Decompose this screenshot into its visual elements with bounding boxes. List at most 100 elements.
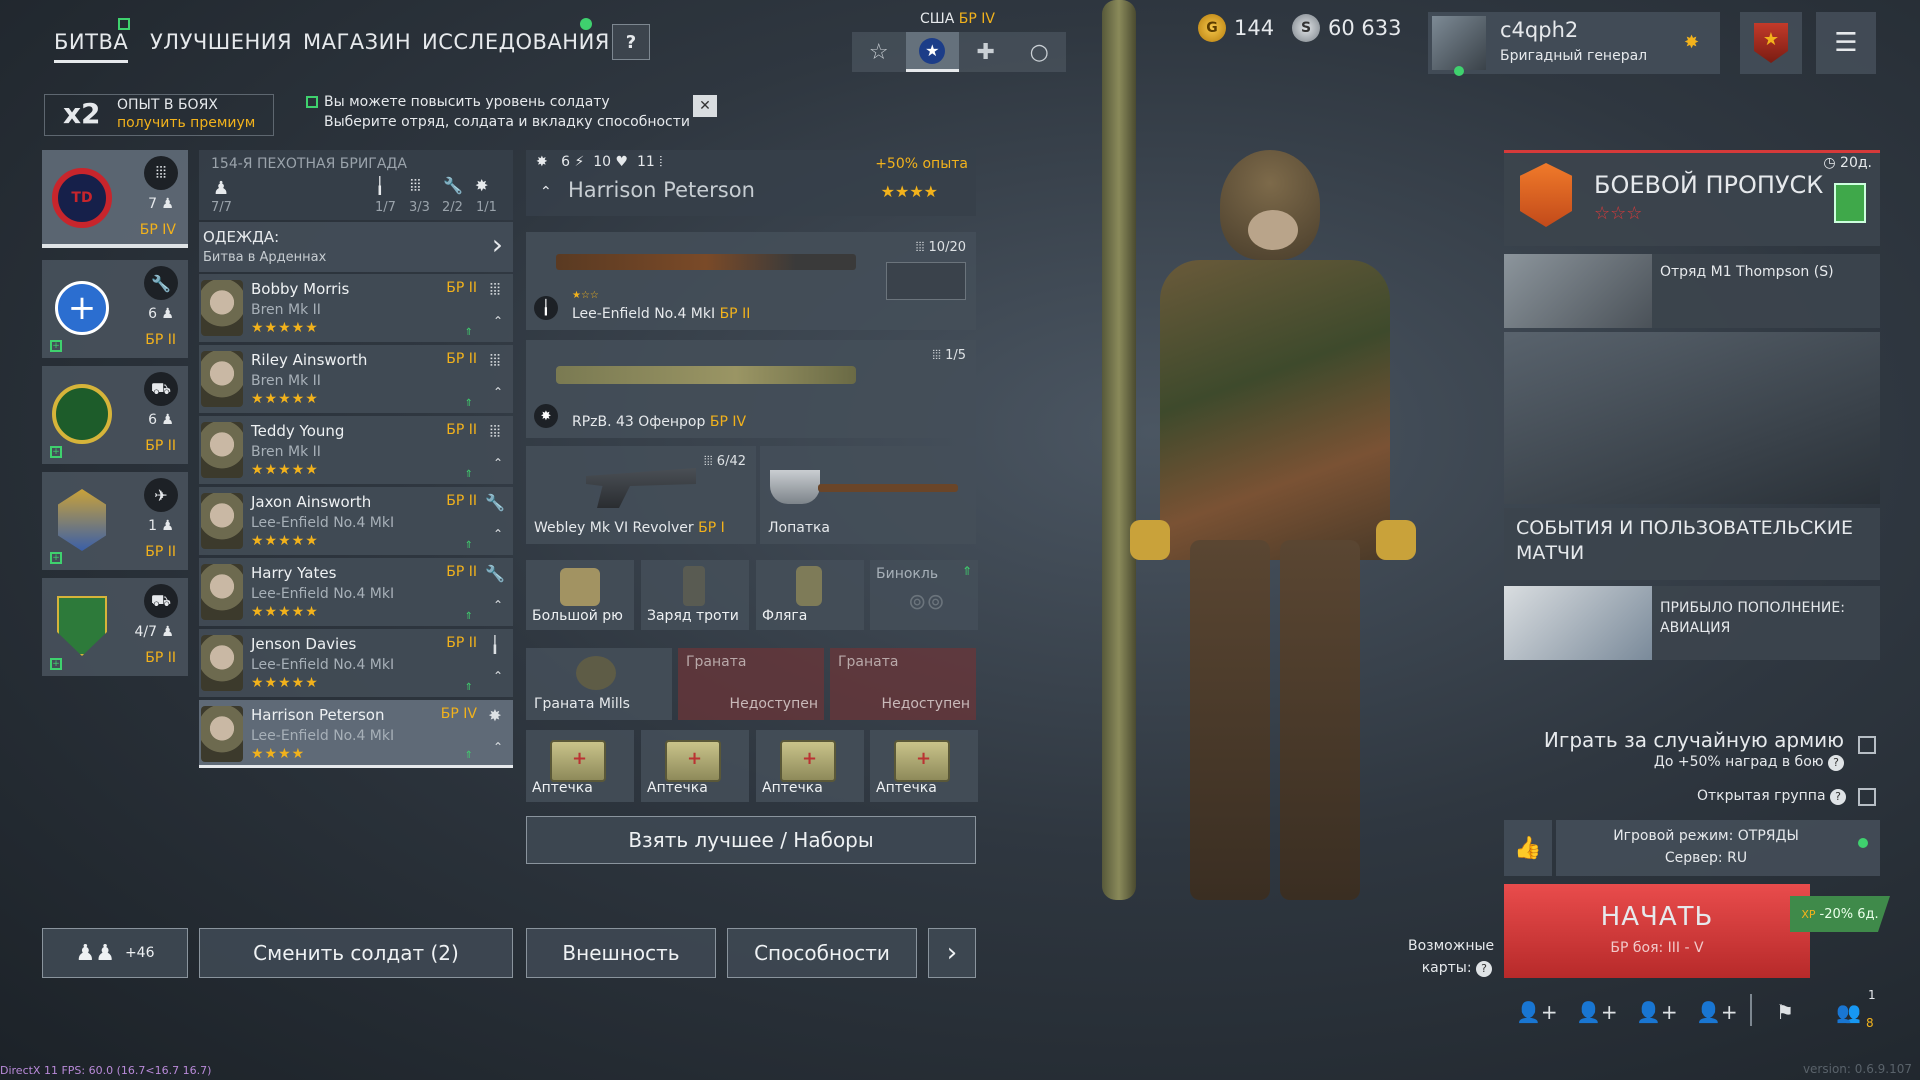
thumbs-up-icon[interactable]: 👍 (1504, 820, 1552, 876)
grenade-slot-locked[interactable]: Граната Недоступен (678, 648, 824, 720)
event-title: ПРИБЫЛО ПОПОЛНЕНИЕ: АВИАЦИЯ (1660, 600, 1845, 636)
soldier-stars: ★★★★★ (251, 320, 319, 336)
squad-card-2[interactable]: + 🔧 6 ♟ БР II + (42, 260, 188, 358)
appearance-button[interactable]: Внешность (526, 928, 716, 978)
battle-pass-title: БОЕВОЙ ПРОПУСК (1594, 171, 1824, 199)
soldier-row[interactable]: Jaxon Ainsworth Lee-Enfield No.4 MkI ★★★… (199, 487, 513, 555)
abilities-button[interactable]: Способности (727, 928, 917, 978)
soldier-row[interactable]: Jenson Davies Lee-Enfield No.4 MkI ★★★★★… (199, 629, 513, 697)
battle-pass-card[interactable]: БОЕВОЙ ПРОПУСК ☆☆☆ ◷ 20д. (1504, 150, 1880, 246)
mg-class-icon: ⦙⦙⦙ (489, 280, 501, 299)
invite-friend-icon[interactable]: 👤+ (1516, 1000, 1558, 1024)
soldier-stars: ★★★★★ (251, 391, 319, 407)
game-mode-selector[interactable]: Игровой режим: ОТРЯДЫ Сервер: RU (1556, 820, 1880, 876)
events-matches-card[interactable]: СОБЫТИЯ И ПОЛЬЗОВАТЕЛЬСКИЕ МАТЧИ (1504, 508, 1880, 580)
question-icon: ? (1828, 755, 1844, 771)
squad-card-1[interactable]: TD ⦙⦙⦙ 7 ♟ БР IV (42, 150, 188, 248)
start-label: НАЧАТЬ (1600, 902, 1714, 932)
level-up-icon: ⇑ (464, 327, 473, 338)
more-button[interactable]: › (928, 928, 976, 978)
tab-upgrades[interactable]: УЛУЧШЕНИЯ (150, 30, 292, 54)
soldier-weapon: Lee-Enfield No.4 MkI (251, 657, 395, 673)
close-notice-button[interactable]: ✕ (693, 95, 717, 117)
menu-icon[interactable]: ☰ (1816, 12, 1876, 74)
events-banner-image[interactable] (1504, 332, 1880, 504)
invite-friend-icon[interactable]: 👤+ (1696, 1000, 1738, 1024)
grenade-slot[interactable]: Граната Mills (526, 648, 672, 720)
medkit-slot[interactable]: Аптечка (756, 730, 864, 802)
grenade-slot-locked[interactable]: Граната Недоступен (830, 648, 976, 720)
primary-weapon-slot[interactable]: ⦙⦙⦙ 10/20 ╽ ★☆☆ Lee-Enfield No.4 MkI БР … (526, 232, 976, 330)
binocular-slot[interactable]: Бинокль ⊚⊚ ⇑ (870, 560, 978, 630)
outfit-selector[interactable]: ОДЕЖДА: Битва в Арденнах › (199, 222, 513, 272)
medkit-slot[interactable]: Аптечка (641, 730, 749, 802)
medkit-slot[interactable]: Аптечка (526, 730, 634, 802)
melee-slot[interactable]: Лопатка (760, 446, 976, 544)
xp-bonus-panel[interactable]: x2 ОПЫТ В БОЯХ получить премиум (44, 94, 274, 136)
soldier-br: БР II (446, 493, 477, 509)
squad-emblem-shield (50, 590, 114, 662)
tab-battle[interactable]: БИТВА (54, 30, 129, 63)
medal-button[interactable]: ★ (1740, 12, 1802, 74)
start-button[interactable]: НАЧАТЬ БР боя: III - V (1504, 884, 1810, 978)
friends-icon[interactable]: 👥 (1836, 1000, 1861, 1024)
invite-friend-icon[interactable]: 👤+ (1636, 1000, 1678, 1024)
event-title: Отряд M1 Thompson (S) (1660, 264, 1834, 280)
binocular-icon: ⊚⊚ (908, 590, 945, 615)
star-outline-icon[interactable]: ☆ (852, 32, 906, 72)
rifleman-slot-icon: ╽ (375, 176, 385, 195)
soldier-weapon: Bren Mk II (251, 373, 321, 389)
flask-slot[interactable]: Фляга (756, 560, 864, 630)
flag-icon[interactable]: ⚑ (1776, 1000, 1794, 1024)
rifle-icon (556, 254, 856, 270)
squad-count: 1 ♟ (148, 518, 174, 534)
silver-currency[interactable]: S 60 633 (1292, 14, 1401, 42)
change-soldiers-button[interactable]: Сменить солдат (2) (199, 928, 513, 978)
soldier-row[interactable]: Teddy Young Bren Mk II ★★★★★ БР II ⦙⦙⦙ ⌃… (199, 416, 513, 484)
backpack-slot[interactable]: Большой рю (526, 560, 634, 630)
soldier-br: БР II (446, 635, 477, 651)
nation-label: США БР IV (920, 11, 995, 27)
premium-link[interactable]: получить премиум (117, 115, 255, 131)
soldier-row[interactable]: Riley Ainsworth Bren Mk II ★★★★★ БР II ⦙… (199, 345, 513, 413)
medkit-slot[interactable]: Аптечка (870, 730, 978, 802)
invite-friend-icon[interactable]: 👤+ (1576, 1000, 1618, 1024)
profile-rank: Бригадный генерал (1500, 48, 1648, 64)
soldier-row-selected[interactable]: Harrison Peterson Lee-Enfield No.4 MkI ★… (199, 700, 513, 768)
tab-shop[interactable]: МАГАЗИН (303, 30, 411, 54)
random-army-checkbox[interactable] (1858, 736, 1876, 754)
squad-card-4[interactable]: ✈ 1 ♟ БР II + (42, 472, 188, 570)
squad-emblem-wreath (50, 378, 114, 450)
item-status: Недоступен (729, 696, 818, 712)
usa-star-icon[interactable]: ★ (905, 32, 959, 72)
squad-br: БР II (145, 650, 176, 666)
medal-icon: ★ (1754, 23, 1788, 63)
tab-research[interactable]: ИССЛЕДОВАНИЯ (422, 30, 610, 54)
upgrade-icon: ⇑ (961, 564, 972, 578)
squad-card-5[interactable]: ⛟ 4/7 ♟ БР II + (42, 578, 188, 676)
take-best-button[interactable]: Взять лучшее / Наборы (526, 816, 976, 864)
open-group-checkbox[interactable] (1858, 788, 1876, 806)
tnt-slot[interactable]: Заряд трoти (641, 560, 749, 630)
germany-cross-icon[interactable]: ✚ (959, 32, 1013, 72)
profile-card[interactable]: c4qph2 Бригадный генерал ✸ (1428, 12, 1720, 76)
xp-discount-badge: XP -20% 6д. (1790, 896, 1890, 932)
maps-label-2[interactable]: карты: ? (1408, 960, 1492, 977)
help-button[interactable]: ? (612, 24, 650, 60)
secondary-weapon-slot[interactable]: ⦙⦙⦙ 1/5 ✸ RPzB. 43 Офенрор БР IV (526, 340, 976, 438)
soldier-row[interactable]: Bobby Morris Bren Mk II ★★★★★ БР II ⦙⦙⦙ … (199, 274, 513, 342)
squad-card-3[interactable]: ⛟ 6 ♟ БР II + (42, 366, 188, 464)
reserve-button[interactable]: ♟♟ +46 (42, 928, 188, 978)
soldier-row[interactable]: Harry Yates Lee-Enfield No.4 MkI ★★★★★ Б… (199, 558, 513, 626)
grenade-icon (576, 656, 616, 690)
event-card-thompson[interactable]: Отряд M1 Thompson (S) (1504, 254, 1880, 328)
silver-coin-icon: S (1292, 14, 1320, 42)
perk-icon: ✸ (536, 154, 548, 170)
event-card-aviation[interactable]: ПРИБЫЛО ПОПОЛНЕНИЕ: АВИАЦИЯ (1504, 586, 1880, 660)
rank-chevron-icon: ⌃ (492, 740, 503, 754)
gold-currency[interactable]: G 144 (1198, 14, 1274, 42)
tnt-icon (683, 566, 705, 606)
notice-line2: Выберите отряд, солдата и вкладку способ… (324, 114, 691, 130)
sidearm-slot[interactable]: ⦙⦙⦙ 6/42 Webley Mk VI Revolver БР I (526, 446, 756, 544)
uk-roundel-icon[interactable]: ○ (1013, 32, 1067, 72)
